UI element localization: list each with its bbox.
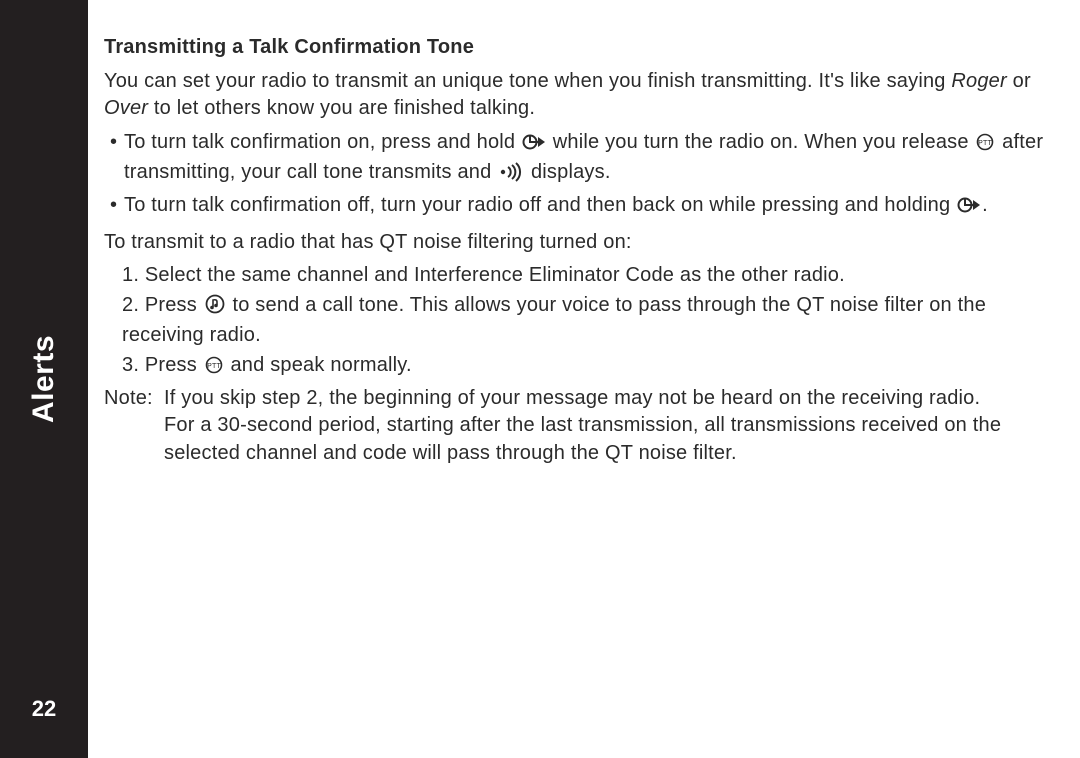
step2-text-a: 2. Press [122,294,203,316]
step2-text-b: to send a call tone. This allows your vo… [122,294,986,347]
page-number: 22 [32,696,56,722]
svg-text:PTT: PTT [979,140,993,147]
steps-list: 1. Select the same channel and Interfere… [104,262,1054,382]
note-text-a: If you skip step 2, the beginning of you… [164,385,1054,413]
bullet1-text-a: To turn talk confirmation on, press and … [124,131,521,153]
sidebar: Alerts 22 [0,0,88,758]
section-title: Alerts [27,335,61,423]
step3-text-a: 3. Press [122,354,203,376]
bullet2-text-b: . [982,194,988,216]
bullet-item-2: To turn talk confirmation off, turn your… [124,192,1054,223]
bullet-list: To turn talk confirmation on, press and … [104,129,1054,223]
bullet2-text-a: To turn talk confirmation off, turn your… [124,194,956,216]
note-text-b: For a 30-second period, starting after t… [164,412,1054,467]
transmit-icon [499,162,523,190]
mon-icon [523,132,545,160]
qt-intro: To transmit to a radio that has QT noise… [104,229,1054,257]
ptt-icon: PTT [976,132,994,160]
italic-roger: Roger [951,70,1006,92]
italic-over: Over [104,97,148,119]
note-block: Note: If you skip step 2, the beginning … [104,385,1054,468]
bullet-item-1: To turn talk confirmation on, press and … [124,129,1054,190]
intro-text-1: You can set your radio to transmit an un… [104,70,951,92]
call-tone-icon [205,294,225,323]
ptt-icon: PTT [205,355,223,383]
step-2: 2. Press to send a call tone. This allow… [122,292,1054,350]
bullet1-text-b: while you turn the radio on. When you re… [547,131,974,153]
heading: Transmitting a Talk Confirmation Tone [104,34,1054,62]
step-3: 3. Press PTT and speak normally. [122,352,1054,383]
svg-text:PTT: PTT [207,363,221,370]
step3-text-b: and speak normally. [225,354,412,376]
note-label: Note: [104,385,164,468]
intro-or: or [1007,70,1031,92]
intro-paragraph: You can set your radio to transmit an un… [104,68,1054,123]
page-content: Transmitting a Talk Confirmation Tone Yo… [88,0,1080,758]
bullet1-text-d: displays. [525,161,610,183]
intro-text-2: to let others know you are finished talk… [148,97,535,119]
step-1: 1. Select the same channel and Interfere… [122,262,1054,290]
mon-icon [958,195,980,223]
